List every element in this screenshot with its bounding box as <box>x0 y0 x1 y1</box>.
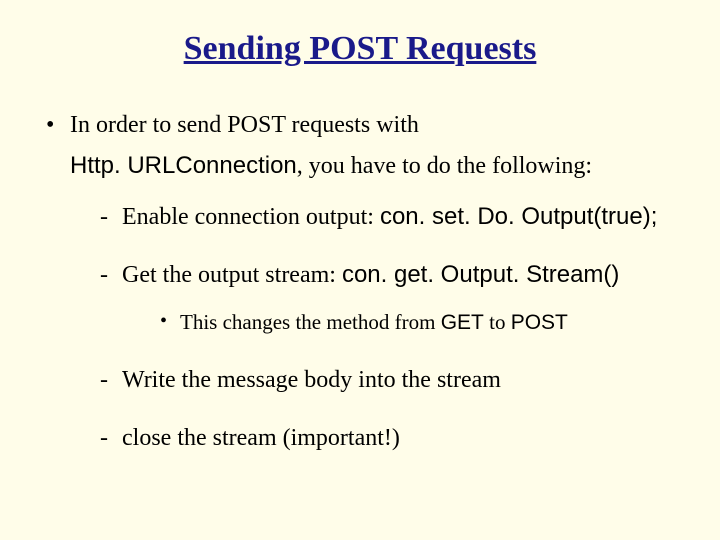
bullet-list-level3: This changes the method from GET to POST <box>158 307 684 338</box>
code-text: con. get. Output. Stream() <box>342 261 619 288</box>
text: close the stream (important!) <box>122 425 400 451</box>
text: Write the message body into the stream <box>122 367 501 393</box>
text-continuation: Http. URLConnection, you have to do the … <box>70 149 684 184</box>
text: This changes the method from <box>180 310 441 334</box>
text: In order to send POST requests with <box>70 112 419 138</box>
list-item: Get the output stream: con. get. Output.… <box>98 258 684 338</box>
list-item: This changes the method from GET to POST <box>158 307 684 338</box>
slide: Sending POST Requests In order to send P… <box>0 0 720 540</box>
list-item: In order to send POST requests with Http… <box>42 108 684 456</box>
code-text: con. set. Do. Output(true); <box>380 203 657 230</box>
text: Enable connection output: <box>122 204 380 230</box>
text: , you have to do the following: <box>297 153 592 179</box>
list-item: Enable connection output: con. set. Do. … <box>98 200 684 235</box>
list-item: Write the message body into the stream <box>98 363 684 398</box>
bullet-list-level2: Enable connection output: con. set. Do. … <box>98 200 684 457</box>
code-text: GET <box>441 311 484 334</box>
bullet-list-level1: In order to send POST requests with Http… <box>42 108 684 456</box>
text: to <box>484 310 511 334</box>
list-item: close the stream (important!) <box>98 421 684 456</box>
code-text: POST <box>511 311 568 334</box>
text: Get the output stream: <box>122 262 342 288</box>
slide-title: Sending POST Requests <box>36 30 684 68</box>
code-text: Http. URLConnection <box>70 152 297 179</box>
